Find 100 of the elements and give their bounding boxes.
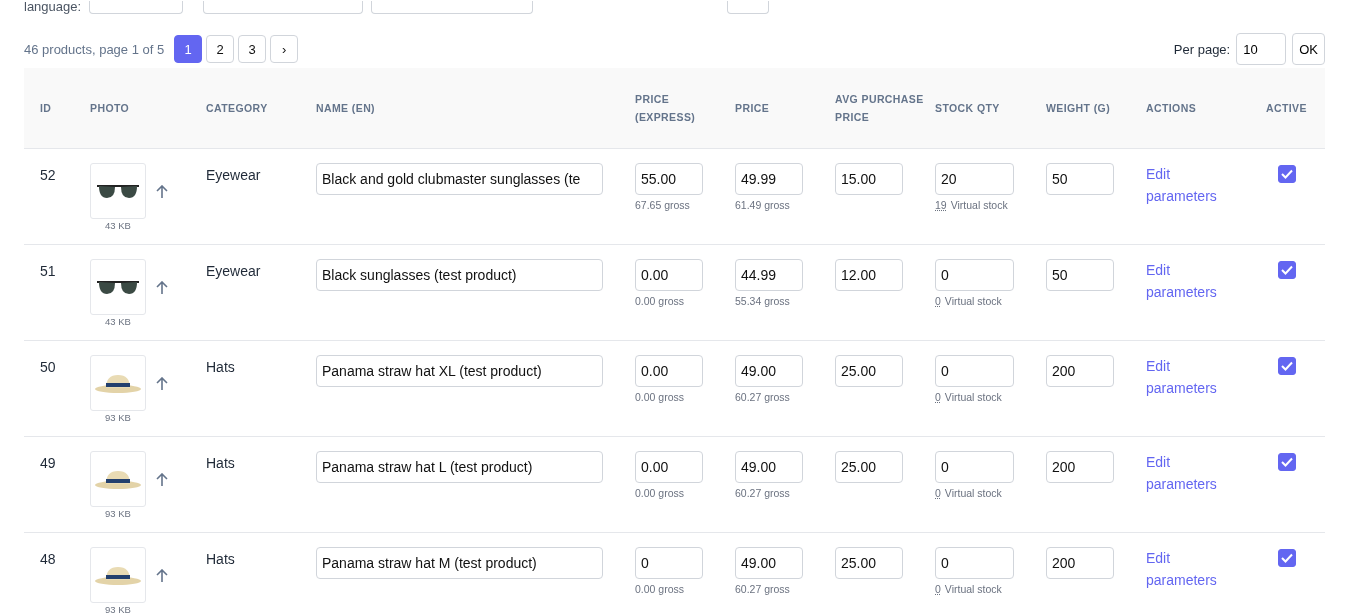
price-express-field[interactable]: 0.00 [635, 355, 703, 387]
weight-field[interactable]: 200 [1046, 547, 1114, 579]
virtual-stock-count: 0 [935, 583, 941, 595]
name-field[interactable]: Panama straw hat XL (test product) [316, 355, 603, 387]
gross-price: 67.65 gross [635, 199, 690, 211]
select-field[interactable] [89, 1, 184, 14]
file-size: 93 KB [105, 412, 131, 423]
hat-drawing [94, 468, 142, 490]
price-field[interactable]: 49.00 [735, 355, 803, 387]
category-cell-text: Hats [206, 454, 236, 471]
gross-price: 60.27 gross [735, 487, 790, 499]
virtual-stock-count: 0 [935, 295, 941, 307]
virtual-stock-label: Virtual stock [944, 391, 1002, 403]
category-cell-text: Hats [206, 358, 236, 375]
price-express-field[interactable]: 0.00 [635, 259, 703, 291]
price-field[interactable]: 49.00 [735, 451, 803, 483]
edit-parameters-link[interactable]: Edit parameters [1146, 451, 1236, 495]
virtual-stock-label: Virtual stock [944, 295, 1002, 307]
column-header: CATEGORY [206, 101, 269, 116]
id-cell-text: 50 [40, 358, 57, 375]
stock-field[interactable]: 0 [935, 547, 1014, 579]
edit-parameters-link[interactable]: Edit parameters [1146, 163, 1236, 207]
ok-button[interactable]: OK [1292, 33, 1325, 65]
arrow-up-icon[interactable] [156, 185, 168, 199]
gross-price: 0.00 gross [635, 295, 685, 307]
purchase-price-field[interactable]: 25.00 [835, 355, 903, 387]
column-header: WEIGHT (G) [1046, 101, 1112, 116]
weight-field[interactable]: 50 [1046, 259, 1114, 291]
page-button[interactable]: 2 [206, 35, 235, 63]
file-size: 43 KB [105, 220, 131, 231]
column-header: PRICE (EXPRESS) [635, 92, 697, 125]
id-cell-text: 52 [40, 166, 57, 183]
page-button[interactable]: 3 [238, 35, 267, 63]
price-express-field[interactable]: 0.00 [635, 451, 703, 483]
price-express-field[interactable]: 55.00 [635, 163, 703, 195]
name-field[interactable]: Panama straw hat M (test product) [316, 547, 603, 579]
stock-field[interactable]: 0 [935, 259, 1014, 291]
select-field[interactable] [203, 1, 364, 14]
edit-parameters-link[interactable]: Edit parameters [1146, 259, 1236, 303]
active-checkbox[interactable] [1278, 357, 1296, 375]
price-field[interactable]: 44.99 [735, 259, 803, 291]
weight-field[interactable]: 200 [1046, 451, 1114, 483]
select-field[interactable] [371, 1, 534, 14]
virtual-stock-label: Virtual stock [950, 199, 1008, 211]
purchase-price-field[interactable]: 15.00 [835, 163, 903, 195]
arrow-up-icon[interactable] [156, 281, 168, 295]
product-thumbnail[interactable] [90, 547, 146, 603]
active-checkbox[interactable] [1278, 549, 1296, 567]
virtual-stock-label: Virtual stock [944, 583, 1002, 595]
edit-parameters-link[interactable]: Edit parameters [1146, 355, 1236, 399]
product-thumbnail[interactable] [90, 259, 146, 315]
id-cell-text: 49 [40, 454, 57, 471]
weight-field[interactable]: 50 [1046, 163, 1114, 195]
purchase-price-field[interactable]: 25.00 [835, 547, 903, 579]
purchase-price-field[interactable]: 12.00 [835, 259, 903, 291]
file-size: 93 KB [105, 508, 131, 519]
arrow-up-icon[interactable] [156, 377, 168, 391]
column-header: NAME (EN) [316, 101, 376, 116]
gross-price: 61.49 gross [735, 199, 790, 211]
active-checkbox[interactable] [1278, 261, 1296, 279]
product-thumbnail[interactable] [90, 163, 146, 219]
gross-price: 0.00 gross [635, 391, 685, 403]
arrow-up-icon[interactable] [156, 569, 168, 583]
page-button[interactable]: 1 [174, 35, 203, 63]
virtual-stock-label: Virtual stock [944, 487, 1002, 499]
price-express-field[interactable]: 0 [635, 547, 703, 579]
price-field[interactable]: 49.99 [735, 163, 803, 195]
name-field[interactable]: Black sunglasses (test product) [316, 259, 603, 291]
weight-field[interactable]: 200 [1046, 355, 1114, 387]
name-field[interactable]: Black and gold clubmaster sunglasses (te [316, 163, 603, 195]
purchase-price-field[interactable]: 25.00 [835, 451, 903, 483]
hat-drawing [94, 372, 142, 394]
gross-price: 55.34 gross [735, 295, 790, 307]
arrow-up-icon[interactable] [156, 473, 168, 487]
id-cell-text: 48 [40, 550, 57, 567]
virtual-stock-count: 19 [935, 199, 947, 211]
price-field[interactable]: 49.00 [735, 547, 803, 579]
active-checkbox[interactable] [1278, 165, 1296, 183]
product-thumbnail[interactable] [90, 451, 146, 507]
file-size: 43 KB [105, 316, 131, 327]
file-size: 93 KB [105, 604, 131, 615]
per-page-field[interactable]: 10 [1236, 33, 1287, 65]
column-header: STOCK QTY [935, 101, 1001, 116]
stock-field[interactable]: 0 [935, 451, 1014, 483]
category-cell-text: Eyewear [206, 166, 262, 183]
virtual-stock-count: 0 [935, 391, 941, 403]
column-header: PRICE [735, 101, 771, 116]
hat-drawing [94, 564, 142, 586]
name-field[interactable]: Panama straw hat L (test product) [316, 451, 603, 483]
stock-field[interactable]: 0 [935, 355, 1014, 387]
pagination-summary: 46 products, page 1 of 5 [24, 41, 165, 57]
active-checkbox[interactable] [1278, 453, 1296, 471]
virtual-stock-count: 0 [935, 487, 941, 499]
edit-parameters-link[interactable]: Edit parameters [1146, 547, 1236, 591]
product-thumbnail[interactable] [90, 355, 146, 411]
stock-field[interactable]: 20 [935, 163, 1014, 195]
gross-price: 0.00 gross [635, 487, 685, 499]
column-header: ACTIONS [1146, 101, 1198, 116]
next-page-button[interactable]: › [270, 35, 299, 63]
column-header: ACTIVE [1266, 101, 1308, 116]
